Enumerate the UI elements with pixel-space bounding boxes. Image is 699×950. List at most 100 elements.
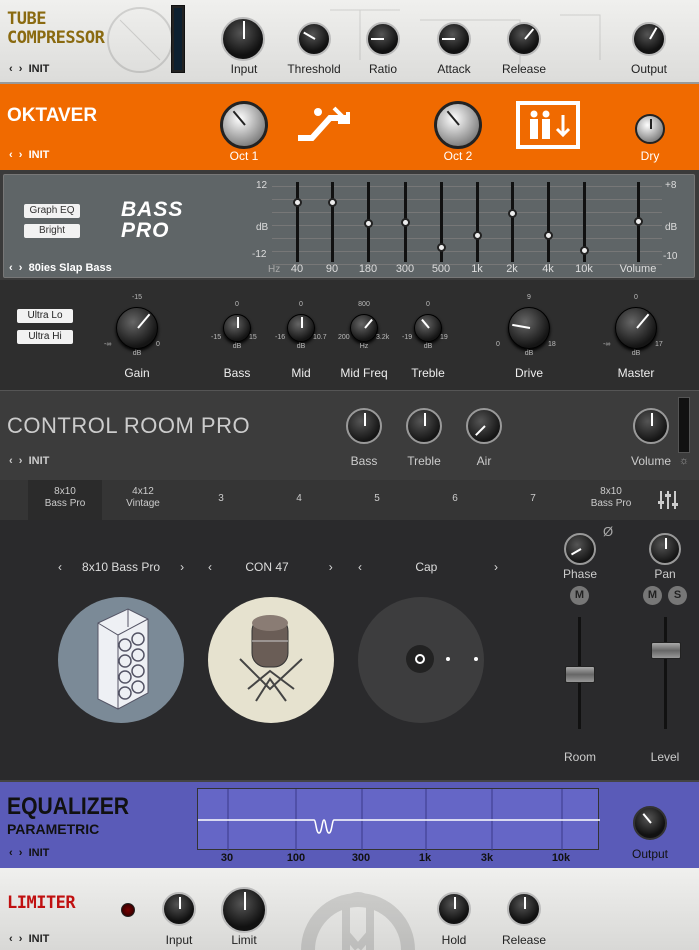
bass-pro-knob[interactable] [350, 314, 378, 342]
ultra-lo-button[interactable]: Ultra Lo [17, 309, 73, 323]
bass-pro-knob[interactable] [223, 314, 251, 342]
preset-selector[interactable]: ‹ › INIT [9, 933, 49, 945]
limit-knob[interactable] [221, 887, 267, 933]
solo-button[interactable]: S [668, 586, 687, 605]
mute-button[interactable]: M [570, 586, 589, 605]
release-knob[interactable] [507, 892, 541, 926]
chevron-left-icon[interactable]: ‹ [9, 455, 13, 467]
eq-fader[interactable] [544, 182, 553, 262]
bass-pro-knob[interactable] [615, 307, 657, 349]
sun-icon[interactable]: ☼ [679, 455, 689, 467]
cabinet-tab[interactable]: 4 [262, 480, 336, 520]
output-knob[interactable] [633, 806, 667, 840]
chevron-left-icon[interactable]: ‹ [58, 560, 62, 574]
treble-knob[interactable] [406, 408, 442, 444]
mixer-settings-icon[interactable] [657, 489, 679, 511]
eq-fader-thumb[interactable] [293, 198, 302, 208]
bass-pro-knob[interactable] [508, 307, 550, 349]
chevron-right-icon[interactable]: › [494, 560, 498, 574]
dry-knob[interactable] [635, 114, 665, 144]
input-knob[interactable] [221, 17, 265, 61]
preset-selector[interactable]: ‹ › INIT [9, 63, 49, 75]
eq-fader[interactable] [437, 182, 446, 262]
room-fader-thumb[interactable] [565, 666, 595, 683]
bass-pro-knob[interactable] [287, 314, 315, 342]
chevron-right-icon[interactable]: › [19, 455, 23, 467]
threshold-knob[interactable] [297, 22, 331, 56]
bass-pro-knob[interactable] [116, 307, 158, 349]
cabinet-tab[interactable]: 4x12 Vintage [106, 480, 180, 520]
output-knob[interactable] [632, 22, 666, 56]
level-fader-thumb[interactable] [651, 642, 681, 659]
eq-fader-thumb[interactable] [328, 198, 337, 208]
chevron-right-icon[interactable]: › [19, 149, 23, 161]
ratio-knob[interactable] [366, 22, 400, 56]
cabinet-image[interactable] [58, 597, 184, 723]
chevron-right-icon[interactable]: › [19, 933, 23, 945]
eq-fader-thumb[interactable] [473, 230, 482, 240]
chevron-right-icon[interactable]: › [180, 560, 184, 574]
preset-selector[interactable]: ‹ › INIT [9, 847, 49, 859]
cabinet-tab[interactable]: 8x10 Bass Pro [28, 480, 102, 520]
eq-fader-thumb[interactable] [401, 217, 410, 227]
elevator-down-icon[interactable] [516, 101, 580, 149]
eq-response-curve[interactable] [198, 819, 600, 834]
input-knob[interactable] [162, 892, 196, 926]
eq-fader-thumb[interactable] [437, 242, 446, 252]
mic-position-marker[interactable] [415, 654, 425, 664]
eq-fader[interactable] [293, 182, 302, 262]
bass-pro-knob[interactable] [414, 314, 442, 342]
eq-fader-thumb[interactable] [544, 230, 553, 240]
chevron-left-icon[interactable]: ‹ [358, 560, 362, 574]
phase-invert-icon[interactable]: Ø [603, 524, 613, 539]
preset-selector[interactable]: ‹ › INIT [9, 455, 49, 467]
eq-fader[interactable] [508, 182, 517, 262]
mic-selector[interactable]: ‹ CON 47 › [208, 560, 333, 574]
position-dot[interactable] [446, 657, 450, 661]
chevron-left-icon[interactable]: ‹ [9, 149, 13, 161]
cabinet-tab[interactable]: 3 [184, 480, 258, 520]
volume-knob[interactable] [633, 408, 669, 444]
chevron-left-icon[interactable]: ‹ [208, 560, 212, 574]
attack-knob[interactable] [437, 22, 471, 56]
release-knob[interactable] [507, 22, 541, 56]
eq-graph[interactable] [197, 788, 600, 851]
chevron-left-icon[interactable]: ‹ [9, 63, 13, 75]
cabinet-tab[interactable]: 6 [418, 480, 492, 520]
eq-fader[interactable] [328, 182, 337, 262]
eq-fader[interactable] [401, 182, 410, 262]
escalator-down-icon[interactable] [296, 104, 354, 152]
eq-fader-thumb[interactable] [634, 216, 643, 226]
eq-fader-thumb[interactable] [508, 208, 517, 218]
oct1-knob[interactable] [220, 101, 268, 149]
preset-selector[interactable]: ‹ › INIT [9, 149, 49, 161]
chevron-left-icon[interactable]: ‹ [9, 933, 13, 945]
chevron-left-icon[interactable]: ‹ [9, 847, 13, 859]
air-knob[interactable] [466, 408, 502, 444]
cabinet-tab[interactable]: 8x10 Bass Pro [574, 480, 648, 520]
chevron-right-icon[interactable]: › [19, 63, 23, 75]
level-fader-track[interactable] [664, 617, 667, 729]
eq-fader[interactable] [634, 182, 643, 262]
chevron-right-icon[interactable]: › [19, 847, 23, 859]
eq-fader-thumb[interactable] [364, 219, 373, 228]
oct2-knob[interactable] [434, 101, 482, 149]
mic-position-view[interactable] [358, 597, 484, 723]
position-dot[interactable] [474, 657, 478, 661]
hold-knob[interactable] [437, 892, 471, 926]
mic-position-selector[interactable]: ‹ Cap › [358, 560, 498, 574]
chevron-right-icon[interactable]: › [329, 560, 333, 574]
eq-fader[interactable] [473, 182, 482, 262]
eq-fader-thumb[interactable] [580, 245, 589, 255]
mic-image[interactable] [208, 597, 334, 723]
pan-knob[interactable] [649, 533, 681, 565]
eq-fader[interactable] [580, 182, 589, 262]
cabinet-selector[interactable]: ‹ 8x10 Bass Pro › [58, 560, 184, 574]
eq-fader[interactable] [364, 182, 373, 262]
bass-knob[interactable] [346, 408, 382, 444]
cabinet-tab[interactable]: 7 [496, 480, 570, 520]
ultra-hi-button[interactable]: Ultra Hi [17, 330, 73, 344]
phase-knob[interactable] [564, 533, 596, 565]
cabinet-tab[interactable]: 5 [340, 480, 414, 520]
mute-button[interactable]: M [643, 586, 662, 605]
